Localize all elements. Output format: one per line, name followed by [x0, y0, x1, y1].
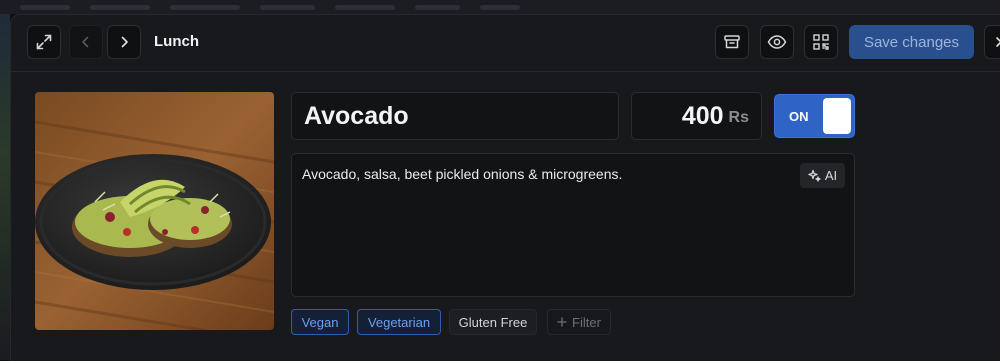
archive-icon: [724, 35, 740, 49]
modal-toolbar: Lunch Save changes: [11, 15, 1000, 72]
save-changes-button[interactable]: Save changes: [849, 25, 974, 59]
avocado-toast-image: [35, 92, 274, 330]
background-page-tabs: [0, 0, 1000, 14]
close-button[interactable]: [984, 25, 1000, 59]
tag-vegan[interactable]: Vegan: [291, 309, 349, 335]
price-value: 400: [681, 101, 724, 130]
item-name-input[interactable]: Avocado: [291, 92, 619, 140]
currency-label: Rs: [728, 108, 749, 126]
add-filter-button[interactable]: Filter: [547, 309, 611, 335]
item-editor-modal: Lunch Save changes Avocado 400 Rs ON Avo…: [10, 14, 1000, 361]
price-input[interactable]: 400 Rs: [631, 92, 762, 140]
qr-code-button[interactable]: [804, 25, 838, 59]
tag-gluten-free[interactable]: Gluten Free: [449, 309, 537, 335]
availability-toggle[interactable]: ON: [774, 94, 855, 138]
add-filter-label: Filter: [572, 314, 601, 330]
tag-vegetarian[interactable]: Vegetarian: [357, 309, 441, 335]
chevron-left-icon: [82, 36, 89, 48]
plus-icon: [557, 317, 567, 327]
sparkles-icon: [808, 169, 821, 182]
previous-item-button[interactable]: [69, 25, 103, 59]
preview-button[interactable]: [760, 25, 794, 59]
eye-icon: [767, 35, 787, 49]
description-text: Avocado, salsa, beet pickled onions & mi…: [302, 166, 623, 182]
availability-toggle-label: ON: [789, 109, 809, 124]
description-textarea[interactable]: Avocado, salsa, beet pickled onions & mi…: [291, 153, 855, 297]
item-photo[interactable]: [35, 92, 274, 330]
ai-button-label: AI: [824, 168, 838, 183]
toggle-knob: [823, 98, 851, 134]
archive-button[interactable]: [715, 25, 749, 59]
expand-button[interactable]: [27, 25, 61, 59]
background-page-edge: [0, 14, 10, 360]
expand-icon: [36, 34, 52, 50]
close-icon: [996, 37, 1000, 47]
ai-generate-button[interactable]: AI: [800, 163, 845, 188]
next-item-button[interactable]: [107, 25, 141, 59]
category-title: Lunch: [154, 33, 199, 50]
chevron-right-icon: [121, 36, 128, 48]
qr-code-icon: [813, 34, 829, 50]
